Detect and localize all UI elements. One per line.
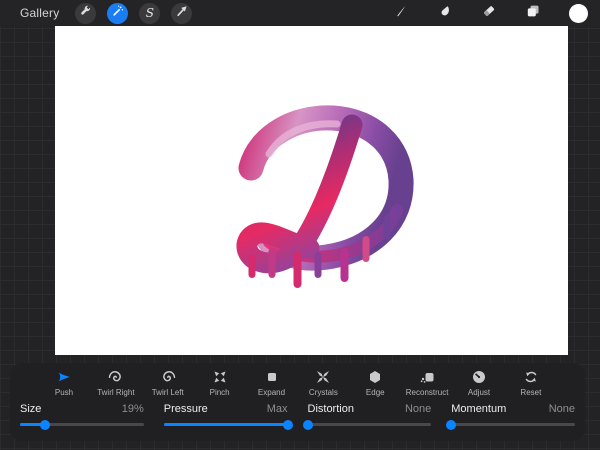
tool-label: Push	[54, 388, 74, 397]
transform-arrow-icon	[175, 4, 188, 22]
slider-knob[interactable]	[446, 419, 457, 430]
liquify-panel: Push Twirl Right Twirl Left Pinch Expand…	[10, 363, 585, 441]
tool-label: Twirl Right	[97, 388, 135, 397]
tool-label: Reconstruct	[405, 388, 449, 397]
twirl-left-spiral-icon	[160, 369, 176, 385]
tool-push[interactable]: Push	[40, 369, 88, 397]
brush-icon	[393, 3, 409, 24]
distortion-slider-group: Distortion None	[302, 403, 432, 430]
tool-label: Expand	[257, 388, 286, 397]
slider-fill	[163, 423, 288, 426]
pressure-slider-group: Pressure Max	[163, 403, 293, 430]
tool-label: Edge	[365, 388, 385, 397]
pressure-label: Pressure	[163, 403, 208, 415]
top-toolbar: Gallery S	[0, 0, 600, 26]
wrench-icon	[79, 4, 92, 22]
left-tool-group: S	[75, 2, 193, 24]
edge-hexagon-icon	[367, 369, 383, 385]
momentum-value: None	[548, 403, 575, 415]
tool-twirl-right[interactable]: Twirl Right	[92, 369, 140, 397]
momentum-slider-group: Momentum None	[446, 403, 575, 430]
tool-label: Reset	[520, 388, 542, 397]
distortion-value: None	[404, 403, 432, 415]
distortion-label: Distortion	[307, 403, 354, 415]
push-arrow-icon	[56, 369, 72, 385]
active-color-swatch	[569, 3, 588, 23]
layers-button[interactable]	[525, 3, 541, 24]
selection-s-icon: S	[145, 6, 155, 20]
liquify-slider-row: Size 19% Pressure Max Distortion None Mo…	[10, 397, 585, 430]
size-label: Size	[20, 403, 42, 415]
tool-twirl-left[interactable]: Twirl Left	[144, 369, 192, 397]
tool-pinch[interactable]: Pinch	[196, 369, 244, 397]
tool-edge[interactable]: Edge	[351, 369, 399, 397]
gallery-button[interactable]: Gallery	[20, 6, 59, 20]
slider-knob[interactable]	[39, 419, 50, 430]
tool-reset[interactable]: Reset	[507, 369, 555, 397]
reset-arrows-icon	[523, 369, 539, 385]
actions-button[interactable]	[75, 2, 97, 24]
smudge-button[interactable]	[437, 3, 453, 24]
momentum-label: Momentum	[451, 403, 507, 415]
transform-button[interactable]	[171, 2, 193, 24]
size-slider[interactable]	[20, 419, 144, 430]
pressure-value: Max	[266, 403, 288, 415]
brush-button[interactable]	[393, 3, 409, 24]
tool-expand[interactable]: Expand	[248, 369, 296, 397]
twirl-right-spiral-icon	[108, 369, 124, 385]
tool-label: Crystals	[308, 388, 338, 397]
right-tool-group	[393, 0, 600, 26]
pinch-arrows-icon	[212, 369, 228, 385]
momentum-slider[interactable]	[446, 419, 575, 430]
layers-icon	[525, 3, 541, 24]
size-slider-group: Size 19%	[20, 403, 144, 430]
tool-reconstruct[interactable]: Reconstruct	[403, 369, 451, 397]
tool-label: Adjust	[467, 388, 491, 397]
liquify-tool-row: Push Twirl Right Twirl Left Pinch Expand…	[10, 369, 585, 397]
eraser-button[interactable]	[481, 3, 497, 24]
drawing-canvas[interactable]	[55, 26, 568, 355]
slider-knob[interactable]	[282, 419, 293, 430]
magic-wand-icon	[111, 4, 124, 22]
tool-label: Pinch	[209, 388, 230, 397]
expand-square-icon	[264, 369, 280, 385]
distortion-slider[interactable]	[302, 419, 432, 430]
smudge-finger-icon	[437, 3, 453, 24]
tool-adjust[interactable]: Adjust	[455, 369, 503, 397]
slider-knob[interactable]	[302, 419, 313, 430]
pressure-slider[interactable]	[163, 419, 293, 430]
selection-button[interactable]: S	[139, 2, 161, 24]
crystals-icon	[315, 369, 331, 385]
size-value: 19%	[121, 403, 144, 415]
adjust-dial-icon	[471, 369, 487, 385]
reconstruct-icon	[419, 369, 435, 385]
adjustments-button[interactable]	[107, 2, 129, 24]
eraser-icon	[481, 3, 497, 24]
tool-label: Twirl Left	[151, 388, 184, 397]
artwork-letter-d	[236, 105, 414, 288]
tool-crystals[interactable]: Crystals	[299, 369, 347, 397]
color-button[interactable]	[569, 3, 588, 23]
